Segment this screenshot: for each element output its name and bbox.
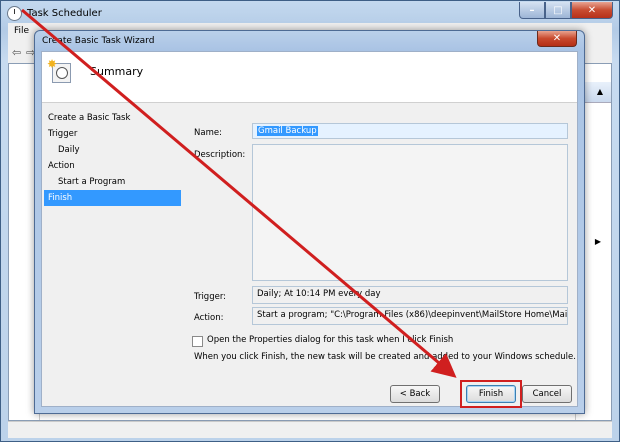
step-daily[interactable]: Daily xyxy=(44,142,181,158)
finish-info-text: When you click Finish, the new task will… xyxy=(194,352,576,362)
wizard-title: Create Basic Task Wizard xyxy=(42,36,155,46)
back-arrow-icon[interactable]: ⇦ xyxy=(12,46,21,59)
wizard-header: ✸ Summary xyxy=(42,52,577,103)
open-properties-checkbox-label[interactable]: Open the Properties dialog for this task… xyxy=(207,335,453,345)
back-button[interactable]: < Back xyxy=(390,385,440,403)
close-button[interactable]: ✕ xyxy=(571,2,613,19)
expand-right-icon[interactable]: ▶ xyxy=(595,237,601,246)
menu-file[interactable]: File xyxy=(14,26,29,36)
outer-title-bar: Task Scheduler xyxy=(7,4,102,22)
open-properties-checkbox[interactable] xyxy=(192,336,203,347)
collapse-up-icon[interactable]: ▲ xyxy=(597,87,603,96)
cancel-button[interactable]: Cancel xyxy=(522,385,572,403)
outer-window-title: Task Scheduler xyxy=(27,7,102,19)
finish-highlight-box xyxy=(460,380,522,408)
step-action[interactable]: Action xyxy=(44,158,181,174)
minimize-button[interactable]: – xyxy=(519,2,545,19)
name-value: Gmail Backup xyxy=(257,126,318,136)
maximize-button[interactable]: □ xyxy=(545,2,571,19)
create-basic-task-wizard: Create Basic Task Wizard ✕ ✸ Summary Cre… xyxy=(34,30,585,414)
wizard-close-button[interactable]: ✕ xyxy=(537,31,577,47)
name-field[interactable]: Gmail Backup xyxy=(252,123,568,139)
step-trigger[interactable]: Trigger xyxy=(44,126,181,142)
action-label: Action: xyxy=(194,313,224,323)
trigger-label: Trigger: xyxy=(194,292,227,302)
wizard-body: ✸ Summary Create a Basic Task Trigger Da… xyxy=(41,51,578,408)
trigger-field: Daily; At 10:14 PM every day xyxy=(252,286,568,304)
window-controls: – □ ✕ xyxy=(519,2,613,19)
step-start-a-program[interactable]: Start a Program xyxy=(44,174,181,190)
wizard-steps: Create a Basic Task Trigger Daily Action… xyxy=(44,110,181,206)
status-bar xyxy=(8,421,612,438)
step-finish[interactable]: Finish xyxy=(44,190,181,206)
task-clock-icon: ✸ xyxy=(47,57,71,83)
clock-icon xyxy=(7,5,22,21)
name-label: Name: xyxy=(194,128,222,138)
action-field: Start a program; "C:\Program Files (x86)… xyxy=(252,307,568,325)
description-label: Description: xyxy=(194,150,246,160)
page-title: Summary xyxy=(90,65,144,78)
step-create-basic-task[interactable]: Create a Basic Task xyxy=(44,110,181,126)
description-field[interactable] xyxy=(252,144,568,281)
